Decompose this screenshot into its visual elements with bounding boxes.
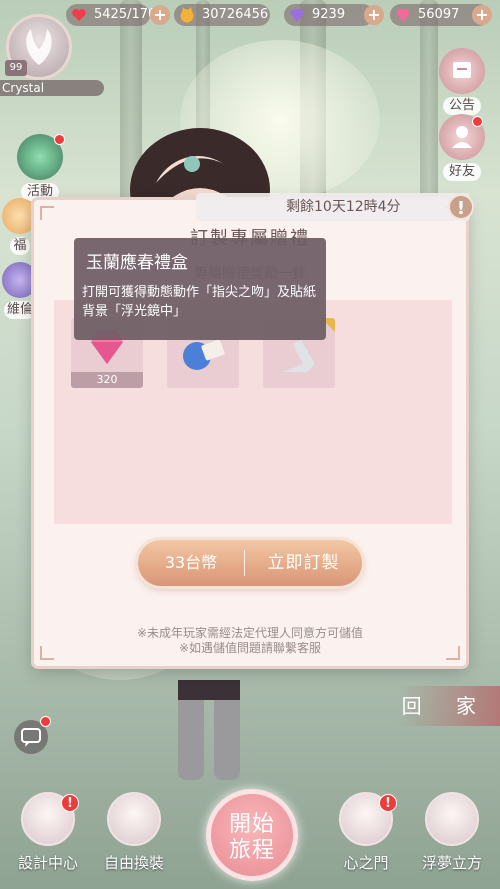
bond-label: 維倫 <box>3 301 36 319</box>
chat-button[interactable] <box>14 716 51 754</box>
info-button[interactable]: ! <box>448 194 474 220</box>
cat-coin-icon <box>180 7 194 23</box>
bond-icon <box>2 262 38 298</box>
notice-button[interactable]: 公告 <box>432 48 492 115</box>
stamina-counter: 5425/170 <box>66 4 156 26</box>
gift-icon <box>2 198 38 234</box>
friends-button[interactable]: 好友 <box>432 114 492 181</box>
purple-diamond-counter: 9239 <box>284 4 374 26</box>
nav-design-center[interactable]: ! 設計中心 <box>8 792 88 873</box>
player-name: Crystal <box>0 80 104 96</box>
support-notice: ※如遇儲值問題請聯繫客服 <box>178 641 322 655</box>
add-stamina-button[interactable]: + <box>150 5 170 25</box>
event-icon <box>17 134 65 180</box>
notice-board-icon <box>439 48 485 94</box>
tooltip-title: 玉蘭應春禮盒 <box>86 253 188 273</box>
welfare-label: 福 <box>10 237 30 255</box>
purple-diamond-icon <box>290 9 304 22</box>
item-tooltip: 玉蘭應春禮盒 打開可獲得動態動作「指尖之吻」及貼紙背景「浮光鏡中」 <box>74 238 326 340</box>
event-button[interactable]: 活動 <box>12 134 68 201</box>
gold-counter: 30726456 <box>174 4 270 26</box>
design-center-icon: ! <box>21 792 79 846</box>
start-line2: 旅程 <box>228 838 275 863</box>
heart-icon <box>72 9 86 21</box>
dream-cube-icon <box>425 792 479 846</box>
wardrobe-icon <box>107 792 161 846</box>
tooltip-description: 打開可獲得動態動作「指尖之吻」及貼紙背景「浮光鏡中」 <box>82 285 317 319</box>
nav-wardrobe[interactable]: 自由換裝 <box>94 792 174 873</box>
start-line1: 開始 <box>228 812 275 837</box>
nav-label: 設計中心 <box>17 854 78 872</box>
reward-count: 320 <box>71 372 143 388</box>
add-purple-diamond-button[interactable]: + <box>364 5 384 25</box>
resource-bar: 5425/170 + 30726456 9239 + 56097 + <box>66 4 500 26</box>
nav-label: 心之門 <box>343 854 389 872</box>
nav-label: 浮夢立方 <box>421 854 482 872</box>
friends-label: 好友 <box>442 163 481 181</box>
friend-icon <box>439 114 485 160</box>
nav-label: 自由換裝 <box>103 854 164 872</box>
remaining-time: 剩餘10天12時4分 <box>196 193 470 221</box>
player-level: 99 <box>5 60 27 76</box>
pink-diamond-icon <box>396 9 410 22</box>
add-pink-diamond-button[interactable]: + <box>472 5 492 25</box>
heart-gate-icon: ! <box>339 792 397 846</box>
order-now-label: 立即訂製 <box>267 553 340 573</box>
notice-label: 公告 <box>442 97 481 115</box>
start-journey-button[interactable]: 開始 旅程 <box>206 789 298 881</box>
home-button[interactable]: 回 家 <box>398 686 500 726</box>
purchase-button[interactable]: 33台幣 立即訂製 <box>138 540 362 586</box>
nav-dream-cube[interactable]: 浮夢立方 <box>412 792 492 873</box>
price-label: 33台幣 <box>164 553 218 572</box>
nav-heart-gate[interactable]: ! 心之門 <box>326 792 406 873</box>
